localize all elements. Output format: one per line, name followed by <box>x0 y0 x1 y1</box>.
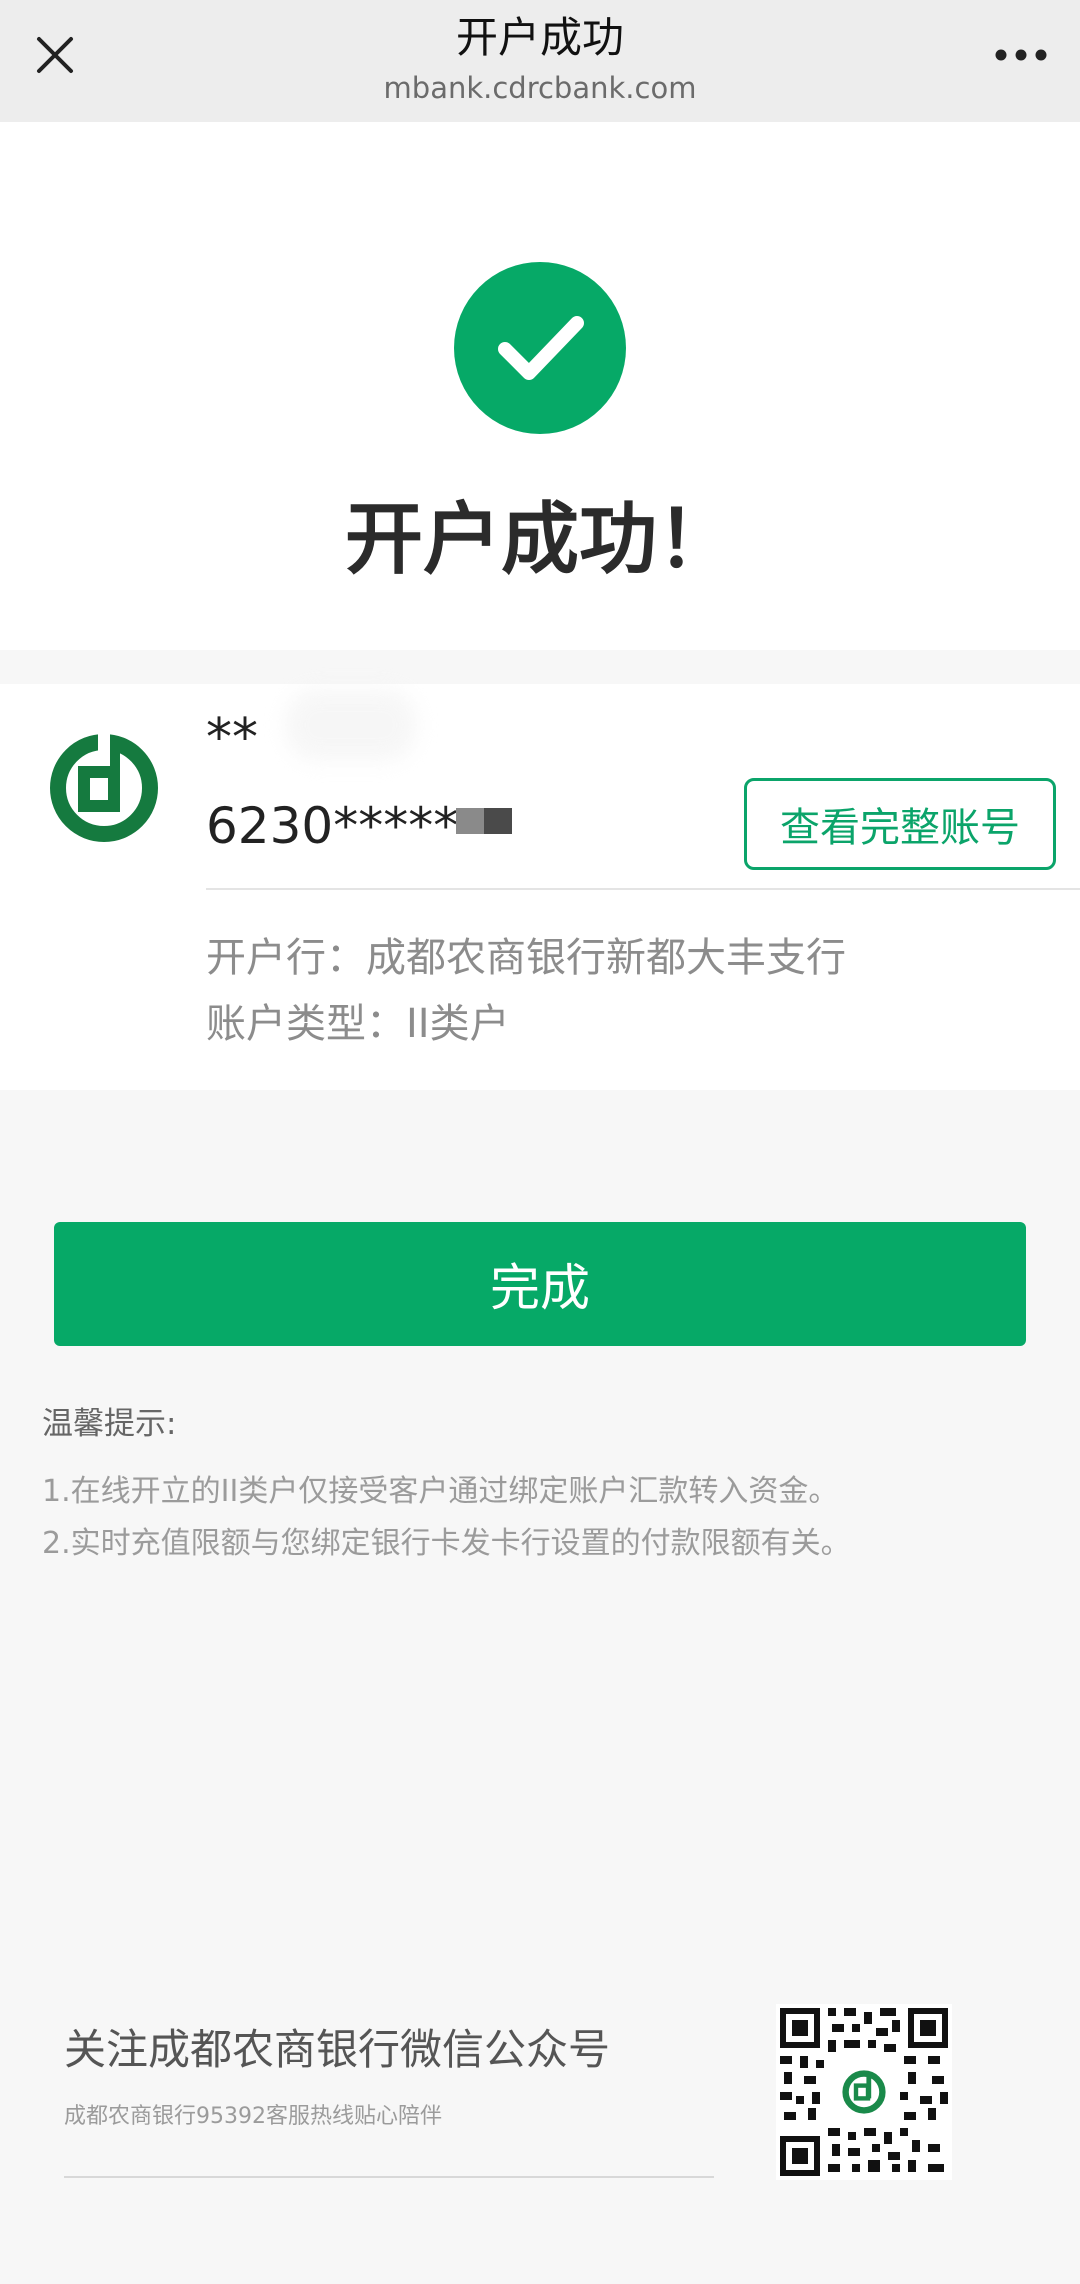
footer-divider <box>64 2176 714 2178</box>
account-card: ** 6230***** 查看完整账号 开户行：成都农商银行新都大丰支行 账户类… <box>0 684 1080 1090</box>
number-pixel-mask <box>456 808 512 834</box>
account-number: 6230***** <box>206 797 459 855</box>
name-blur-mask <box>286 690 416 760</box>
account-holder-name: ** <box>206 708 258 768</box>
check-circle-icon <box>454 262 626 434</box>
tip-item: 2.实时充值限额与您绑定银行卡发卡行设置的付款限额有关。 <box>42 1526 851 1561</box>
hotline-text: 成都农商银行95392客服热线贴心陪伴 <box>64 2104 442 2129</box>
more-button[interactable] <box>986 24 1056 86</box>
check-mark-icon <box>498 316 584 380</box>
opening-branch: 开户行：成都农商银行新都大丰支行 <box>206 935 846 981</box>
view-full-account-button[interactable]: 查看完整账号 <box>744 778 1056 870</box>
top-bar: 开户成功 mbank.cdrcbank.com <box>0 0 1080 122</box>
page-title: 开户成功 <box>455 13 624 62</box>
follow-wechat-text: 关注成都农商银行微信公众号 <box>64 2025 611 2074</box>
bank-logo-icon <box>48 732 160 844</box>
qr-code-icon <box>776 2004 952 2180</box>
page-url: mbank.cdrcbank.com <box>383 71 697 105</box>
success-section: 开户成功！ <box>0 122 1080 650</box>
success-title: 开户成功！ <box>344 495 735 585</box>
done-button[interactable]: 完成 <box>54 1222 1026 1346</box>
account-type: 账户类型：II类户 <box>206 1001 510 1047</box>
tip-item: 1.在线开立的II类户仅接受客户通过绑定账户汇款转入资金。 <box>42 1474 839 1509</box>
tips-title: 温馨提示: <box>42 1406 177 1442</box>
divider <box>206 888 1080 890</box>
more-icon <box>995 49 1047 61</box>
